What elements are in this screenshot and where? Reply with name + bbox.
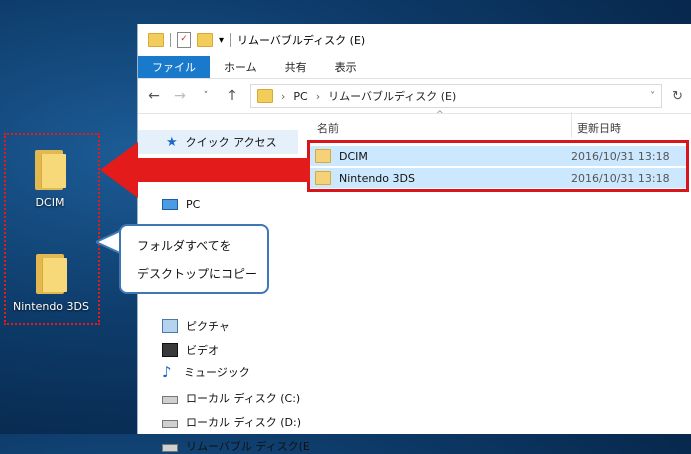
nav-item-removable[interactable]: リムーバブル ディスク(E: [162, 438, 310, 454]
drive-icon: [162, 396, 178, 404]
nav-item-videos[interactable]: ビデオ: [162, 342, 219, 358]
recent-dropdown-icon[interactable]: ˅: [198, 91, 214, 101]
drive-icon: [162, 444, 178, 452]
callout-line-1: フォルダすべてを: [137, 239, 232, 253]
toolbar-separator: [230, 33, 232, 47]
tab-view[interactable]: 表示: [321, 56, 371, 78]
callout-line-2: デスクトップにコピー: [137, 267, 258, 281]
refresh-icon[interactable]: ↻: [672, 89, 683, 104]
qat-dropdown-icon[interactable]: ▾: [219, 35, 224, 46]
column-divider[interactable]: [571, 112, 572, 138]
nav-item-label: ローカル ディスク (D:): [186, 416, 301, 429]
back-arrow-icon[interactable]: ←: [146, 88, 162, 104]
new-folder-icon[interactable]: [197, 33, 213, 47]
tab-file[interactable]: ファイル: [138, 56, 210, 78]
up-arrow-icon[interactable]: ↑: [224, 88, 240, 104]
column-header-name[interactable]: 名前: [317, 120, 339, 136]
nav-item-label: ピクチャ: [186, 320, 230, 333]
nav-item-label: ビデオ: [186, 344, 219, 357]
nav-item-label: リムーバブル ディスク(E: [186, 440, 310, 453]
chevron-right-icon: ›: [281, 89, 286, 103]
address-bar[interactable]: › PC › リムーバブルディスク (E) ˅: [250, 84, 663, 108]
chevron-right-icon: ›: [315, 89, 321, 103]
nav-item-label: ローカル ディスク (C:): [186, 392, 301, 405]
window-title: リムーバブルディスク (E): [237, 34, 366, 47]
breadcrumb-current[interactable]: リムーバブルディスク (E): [328, 88, 456, 104]
tab-share[interactable]: 共有: [271, 56, 321, 78]
tab-home[interactable]: ホーム: [210, 56, 271, 78]
nav-item-music[interactable]: ♪ ミュージック: [162, 364, 250, 380]
nav-item-label: ミュージック: [184, 366, 250, 379]
selected-files-highlight: [307, 140, 689, 192]
chevron-down-icon[interactable]: ˅: [650, 91, 655, 102]
drive-icon: [162, 420, 178, 428]
forward-arrow-icon[interactable]: →: [172, 88, 188, 104]
pictures-icon: [162, 319, 178, 333]
nav-item-local-d[interactable]: ローカル ディスク (D:): [162, 414, 301, 430]
breadcrumb-pc[interactable]: PC: [293, 90, 307, 103]
desktop-selection-outline: [4, 133, 100, 325]
folder-icon: [148, 33, 164, 47]
navigation-bar: ← → ˅ ↑ › PC › リムーバブルディスク (E) ˅ ↻: [138, 79, 691, 114]
computer-icon: [162, 199, 178, 210]
folder-icon: [257, 89, 273, 103]
copy-direction-arrow: [100, 142, 310, 198]
sort-up-icon: ^: [436, 110, 444, 120]
ribbon-tabs: ファイル ホーム 共有 表示: [138, 56, 691, 79]
column-header-modified[interactable]: 更新日時: [577, 120, 621, 136]
properties-icon[interactable]: ✓: [177, 32, 191, 48]
nav-item-local-c[interactable]: ローカル ディスク (C:): [162, 390, 300, 406]
title-bar: ✓ ▾ リムーバブルディスク (E): [138, 24, 691, 56]
instruction-callout: フォルダすべてを デスクトップにコピー: [119, 224, 269, 294]
toolbar-separator: [170, 33, 171, 47]
nav-item-pictures[interactable]: ピクチャ: [162, 318, 230, 334]
video-icon: [162, 343, 178, 357]
music-note-icon: ♪: [162, 363, 172, 381]
